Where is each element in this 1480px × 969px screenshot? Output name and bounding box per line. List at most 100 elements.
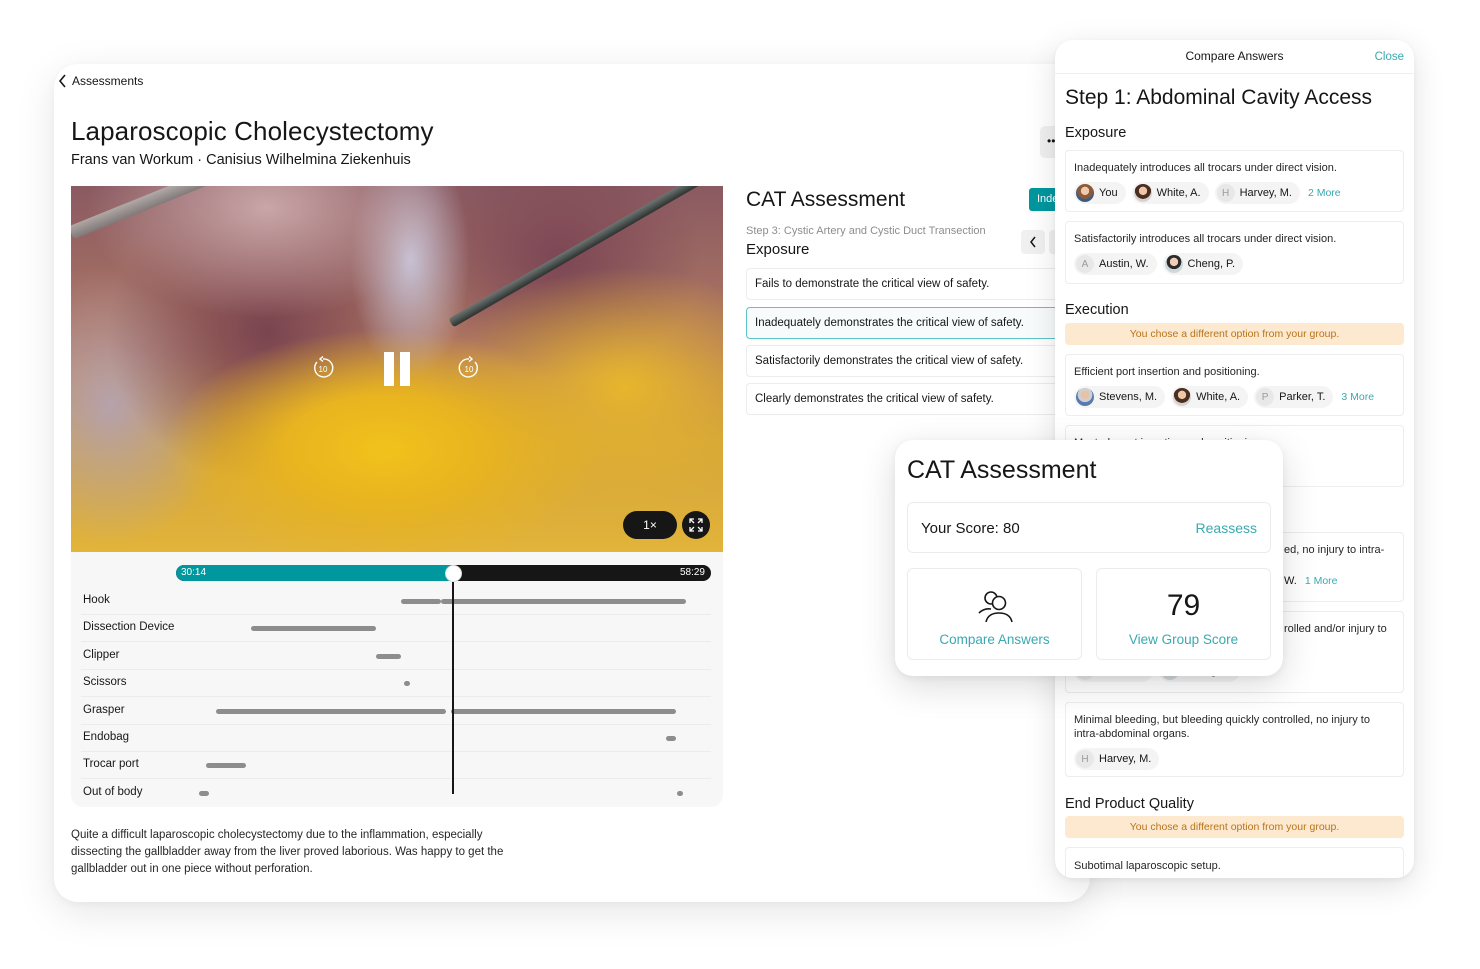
- user-name: White, A.: [1156, 187, 1201, 199]
- more-users-link[interactable]: 2 More: [1308, 187, 1341, 199]
- answer-text: Inadequately introduces all trocars unde…: [1074, 162, 1337, 174]
- answer-text: Subotimal laparoscopic setup.: [1074, 860, 1221, 872]
- user-name: W.: [1284, 575, 1297, 587]
- option-fails[interactable]: Fails to demonstrate the critical view o…: [746, 268, 1076, 300]
- track-row: Out of body: [81, 780, 711, 807]
- answer-text: Satisfactorily introduces all trocars un…: [1074, 233, 1337, 245]
- compare-answers-tile[interactable]: Compare Answers: [907, 568, 1082, 660]
- rewind-icon: 10: [314, 356, 334, 378]
- answer-card: Efficient port insertion and positioning…: [1065, 354, 1404, 416]
- option-satisfactorily[interactable]: Satisfactorily demonstrates the critical…: [746, 345, 1076, 377]
- compare-answers-label: Compare Answers: [939, 632, 1050, 647]
- track-row: Grasper: [81, 698, 711, 725]
- answer-text: Efficient port insertion and positioning…: [1074, 366, 1260, 378]
- instrument-usage-bar[interactable]: [403, 681, 410, 687]
- answer-card: Inadequately introduces all trocars unde…: [1065, 150, 1404, 212]
- user-name: Harvey, M.: [1239, 187, 1292, 199]
- track-row: Clipper: [81, 643, 711, 670]
- avatar: [1133, 184, 1152, 202]
- users-icon: [978, 591, 1013, 623]
- instrument-usage-bar[interactable]: [376, 653, 401, 659]
- answer-card: Subotimal laparoscopic setup.: [1065, 847, 1404, 878]
- case-description: Quite a difficult laparoscopic cholecyst…: [71, 829, 504, 875]
- current-time: 30:14: [181, 567, 207, 578]
- step-label: Step 3: Cystic Artery and Cystic Duct Tr…: [746, 225, 986, 237]
- track-row: Dissection Device: [81, 615, 711, 643]
- user-chip[interactable]: A Austin, W.: [1074, 253, 1157, 275]
- instrument-usage-bar[interactable]: [251, 626, 376, 632]
- track-label: Hook: [83, 594, 110, 606]
- view-group-score-label: View Group Score: [1128, 632, 1239, 647]
- instrument-usage-bar[interactable]: [666, 736, 676, 741]
- step-section-title: Exposure: [746, 241, 810, 258]
- user-name: You: [1099, 187, 1118, 199]
- cat-assessment-title: CAT Assessment: [746, 188, 906, 211]
- user-chip[interactable]: White, A.: [1131, 182, 1209, 204]
- scrubber-handle[interactable]: [444, 565, 462, 582]
- instrument-usage-bar[interactable]: [198, 790, 209, 796]
- close-button[interactable]: Close: [1375, 51, 1404, 63]
- user-chip[interactable]: Cheng, P.: [1162, 253, 1244, 275]
- option-inadequately[interactable]: Inadequately demonstrates the critical v…: [746, 307, 1076, 339]
- pause-button[interactable]: [381, 351, 413, 387]
- track-row: Endobag: [81, 725, 711, 752]
- user-name: Harvey, M.: [1099, 753, 1152, 765]
- instrument-usage-bar[interactable]: [401, 599, 441, 604]
- avatar-initial: P: [1256, 388, 1275, 406]
- instrument-usage-bar[interactable]: [451, 708, 676, 714]
- group-score-tile[interactable]: 79 View Group Score: [1096, 568, 1271, 660]
- instrument-usage-bar[interactable]: [677, 790, 683, 796]
- page-subtitle: Frans van Workum · Canisius Wilhelmina Z…: [71, 152, 411, 168]
- more-users-link[interactable]: 3 More: [1341, 391, 1374, 403]
- different-option-warning: You chose a different option from your g…: [1065, 323, 1404, 345]
- panel-title: Compare Answers: [1185, 49, 1284, 63]
- avatar-initial: A: [1076, 255, 1094, 273]
- user-name: Parker, T.: [1279, 391, 1326, 403]
- avatar: [1076, 184, 1094, 202]
- avatar: [1173, 388, 1192, 406]
- video-scrubber[interactable]: 30:14 58:29: [176, 565, 711, 581]
- section-execution: Execution: [1065, 302, 1129, 318]
- user-chip[interactable]: You: [1074, 182, 1126, 204]
- chevron-left-icon: [1030, 236, 1036, 248]
- rewind-10-button[interactable]: 10: [311, 356, 335, 380]
- group-score-value: 79: [1166, 589, 1201, 622]
- back-link[interactable]: Assessments: [58, 74, 143, 88]
- option-clearly[interactable]: Clearly demonstrates the critical view o…: [746, 383, 1076, 415]
- forward-seconds: 10: [465, 365, 474, 374]
- back-label: Assessments: [72, 74, 144, 88]
- user-name: Cheng, P.: [1187, 258, 1236, 270]
- instrument-usage-bar[interactable]: [441, 599, 686, 604]
- section-end-product-quality: End Product Quality: [1065, 796, 1194, 812]
- forward-10-button[interactable]: 10: [457, 356, 481, 380]
- reassess-button[interactable]: Reassess: [1196, 520, 1257, 536]
- fullscreen-icon: [689, 518, 703, 532]
- previous-step-button[interactable]: [1021, 230, 1045, 254]
- your-score: Your Score: 80: [921, 520, 1020, 537]
- user-chip[interactable]: H Harvey, M.: [1214, 182, 1300, 204]
- instrument-usage-bar[interactable]: [206, 763, 246, 769]
- avatar-initial: H: [1076, 750, 1094, 768]
- user-chip[interactable]: H Harvey, M.: [1074, 748, 1160, 770]
- fullscreen-button[interactable]: [682, 511, 710, 539]
- avatar: [1164, 255, 1183, 273]
- user-chip[interactable]: White, A.: [1171, 386, 1249, 408]
- user-chip[interactable]: P Parker, T.: [1254, 386, 1334, 408]
- answer-card: Minimal bleeding, but bleeding quickly c…: [1065, 702, 1404, 777]
- surgical-instrument: [71, 186, 473, 240]
- playback-speed-button[interactable]: 1×: [623, 511, 677, 539]
- user-name: Austin, W.: [1099, 258, 1149, 270]
- instrument-usage-bar[interactable]: [216, 708, 446, 714]
- score-popup: CAT Assessment Your Score: 80 Reassess C…: [895, 440, 1283, 676]
- pause-icon-bar: [384, 352, 394, 386]
- chevron-left-icon: [58, 74, 66, 88]
- your-score-box: Your Score: 80 Reassess: [907, 502, 1271, 553]
- track-label: Scissors: [83, 676, 127, 689]
- video-player[interactable]: 10 10 1×: [71, 186, 723, 552]
- user-chip[interactable]: Stevens, M.: [1074, 386, 1166, 408]
- more-users-link[interactable]: 1 More: [1305, 575, 1338, 587]
- track-label: Grasper: [83, 703, 125, 716]
- instrument-timeline: 30:14 58:29 Hook Dissection Device Clipper…: [71, 552, 723, 807]
- track-label: Endobag: [83, 731, 130, 743]
- user-name: Stevens, M.: [1099, 391, 1158, 403]
